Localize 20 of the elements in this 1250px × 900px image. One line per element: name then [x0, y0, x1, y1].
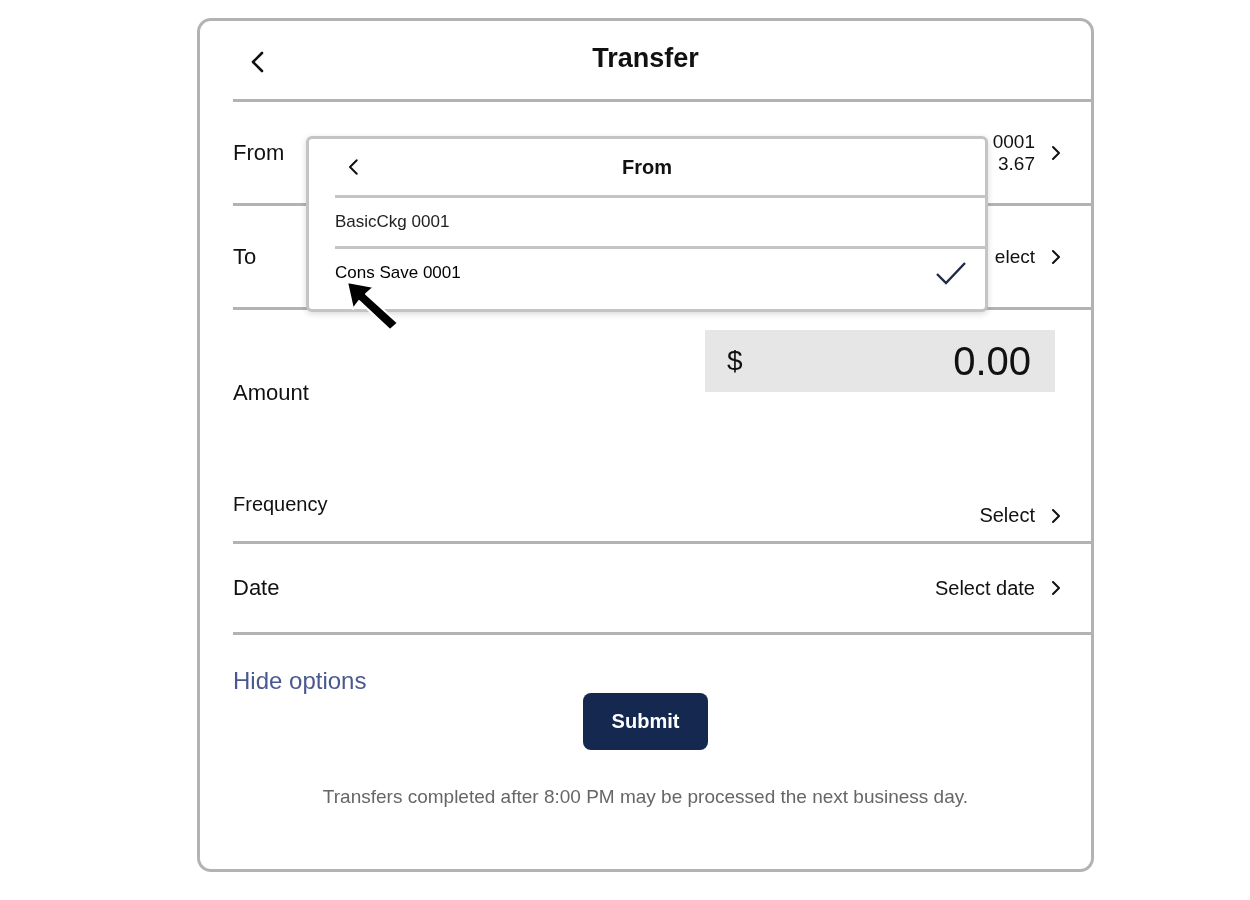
hide-options-link[interactable]: Hide options — [233, 667, 367, 694]
option-row[interactable]: Frequency Select — [233, 475, 1091, 541]
chevron-right-icon — [1051, 507, 1061, 524]
chevron-right-icon — [1051, 580, 1061, 596]
back-icon[interactable] — [249, 50, 265, 74]
screen-title: Transfer — [592, 43, 699, 73]
checkmark-icon — [935, 260, 967, 286]
option-row[interactable]: Date Select date — [233, 541, 1091, 632]
account-option[interactable]: BasicCkg 0001 — [335, 195, 985, 246]
back-icon[interactable] — [347, 158, 359, 176]
row-value: 0001 — [992, 130, 1035, 153]
row-value: elect — [994, 245, 1035, 268]
popup-title: From — [622, 155, 672, 178]
row-value: 3.67 — [998, 152, 1035, 175]
amount-label: Amount — [233, 380, 309, 407]
chevron-right-icon — [1051, 144, 1061, 161]
chevron-right-icon — [1051, 248, 1061, 265]
amount-field[interactable]: $ 0.00 — [705, 330, 1055, 392]
submit-button[interactable]: Submit — [583, 693, 708, 750]
note-text: Transfers completed after 8:00 PM may be processed the next business day. — [321, 786, 970, 808]
